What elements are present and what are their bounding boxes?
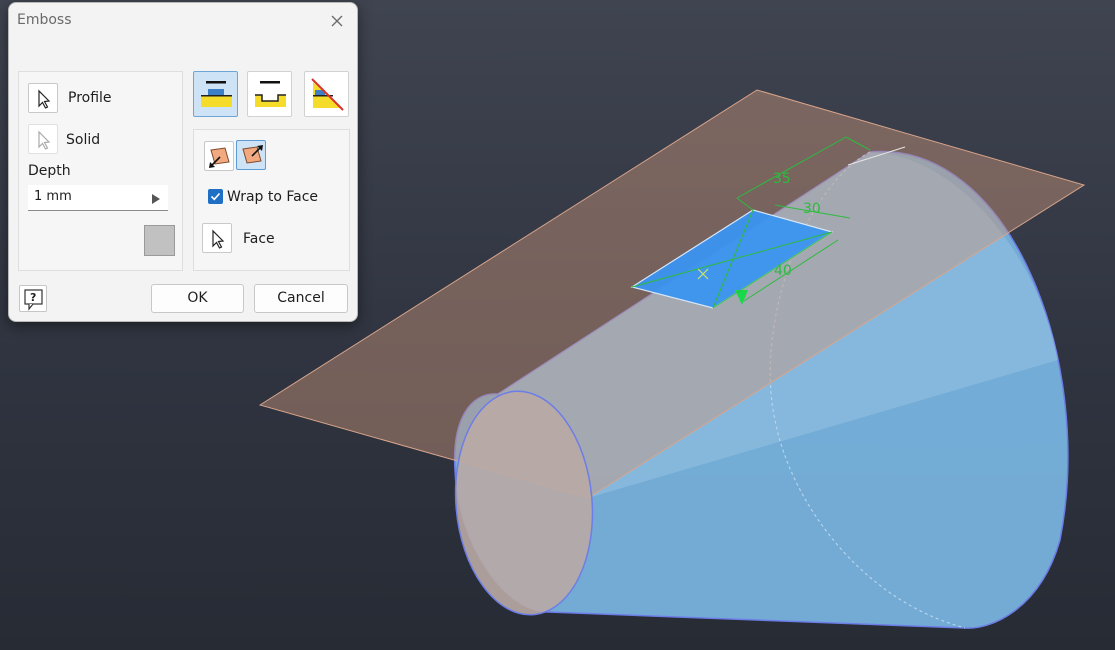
svg-text:?: ? bbox=[30, 291, 36, 304]
solid-select-button[interactable] bbox=[28, 124, 58, 154]
direction-right-button[interactable] bbox=[236, 140, 266, 170]
dimension-35[interactable]: 35 bbox=[773, 171, 791, 187]
profile-label: Profile bbox=[68, 90, 112, 106]
profile-select-button[interactable] bbox=[28, 83, 58, 113]
ok-button[interactable]: OK bbox=[151, 284, 244, 313]
appearance-color-swatch[interactable] bbox=[144, 225, 175, 256]
depth-value: 1 mm bbox=[34, 189, 72, 204]
solid-label: Solid bbox=[66, 132, 101, 148]
engrave-from-face-icon bbox=[255, 81, 286, 107]
help-icon: ? bbox=[24, 289, 43, 311]
checkmark-icon bbox=[210, 192, 221, 201]
close-icon bbox=[331, 15, 343, 27]
dimension-40[interactable]: 40 bbox=[774, 263, 792, 279]
face-label: Face bbox=[243, 231, 275, 247]
direction-left-button[interactable] bbox=[204, 141, 234, 171]
depth-input[interactable]: 1 mm bbox=[28, 185, 168, 211]
dialog-titlebar[interactable]: Emboss bbox=[9, 3, 357, 39]
emboss-engrave-from-plane-button[interactable] bbox=[304, 71, 349, 117]
dimension-30[interactable]: 30 bbox=[803, 201, 821, 217]
depth-flyout-arrow-icon[interactable] bbox=[152, 194, 160, 204]
cursor-arrow-icon bbox=[38, 89, 51, 109]
close-button[interactable] bbox=[327, 11, 347, 31]
help-button[interactable]: ? bbox=[19, 285, 47, 312]
emboss-from-face-button[interactable] bbox=[193, 71, 238, 117]
emboss-engrave-from-plane-icon bbox=[311, 78, 344, 111]
cancel-button[interactable]: Cancel bbox=[254, 284, 348, 313]
direction-right-icon bbox=[242, 145, 263, 164]
emboss-from-face-icon bbox=[201, 81, 232, 107]
cursor-arrow-icon bbox=[212, 229, 225, 249]
face-select-button[interactable] bbox=[202, 223, 232, 253]
direction-left-icon bbox=[209, 147, 230, 168]
wrap-to-face-checkbox[interactable] bbox=[208, 189, 223, 204]
dialog-title: Emboss bbox=[17, 12, 72, 28]
depth-label: Depth bbox=[28, 163, 71, 179]
engrave-from-face-button[interactable] bbox=[247, 71, 292, 117]
wrap-to-face-label[interactable]: Wrap to Face bbox=[227, 189, 318, 205]
emboss-dialog: Emboss Profile Solid Depth 1 mm Wrap to … bbox=[8, 2, 358, 322]
cursor-arrow-disabled-icon bbox=[38, 130, 51, 150]
